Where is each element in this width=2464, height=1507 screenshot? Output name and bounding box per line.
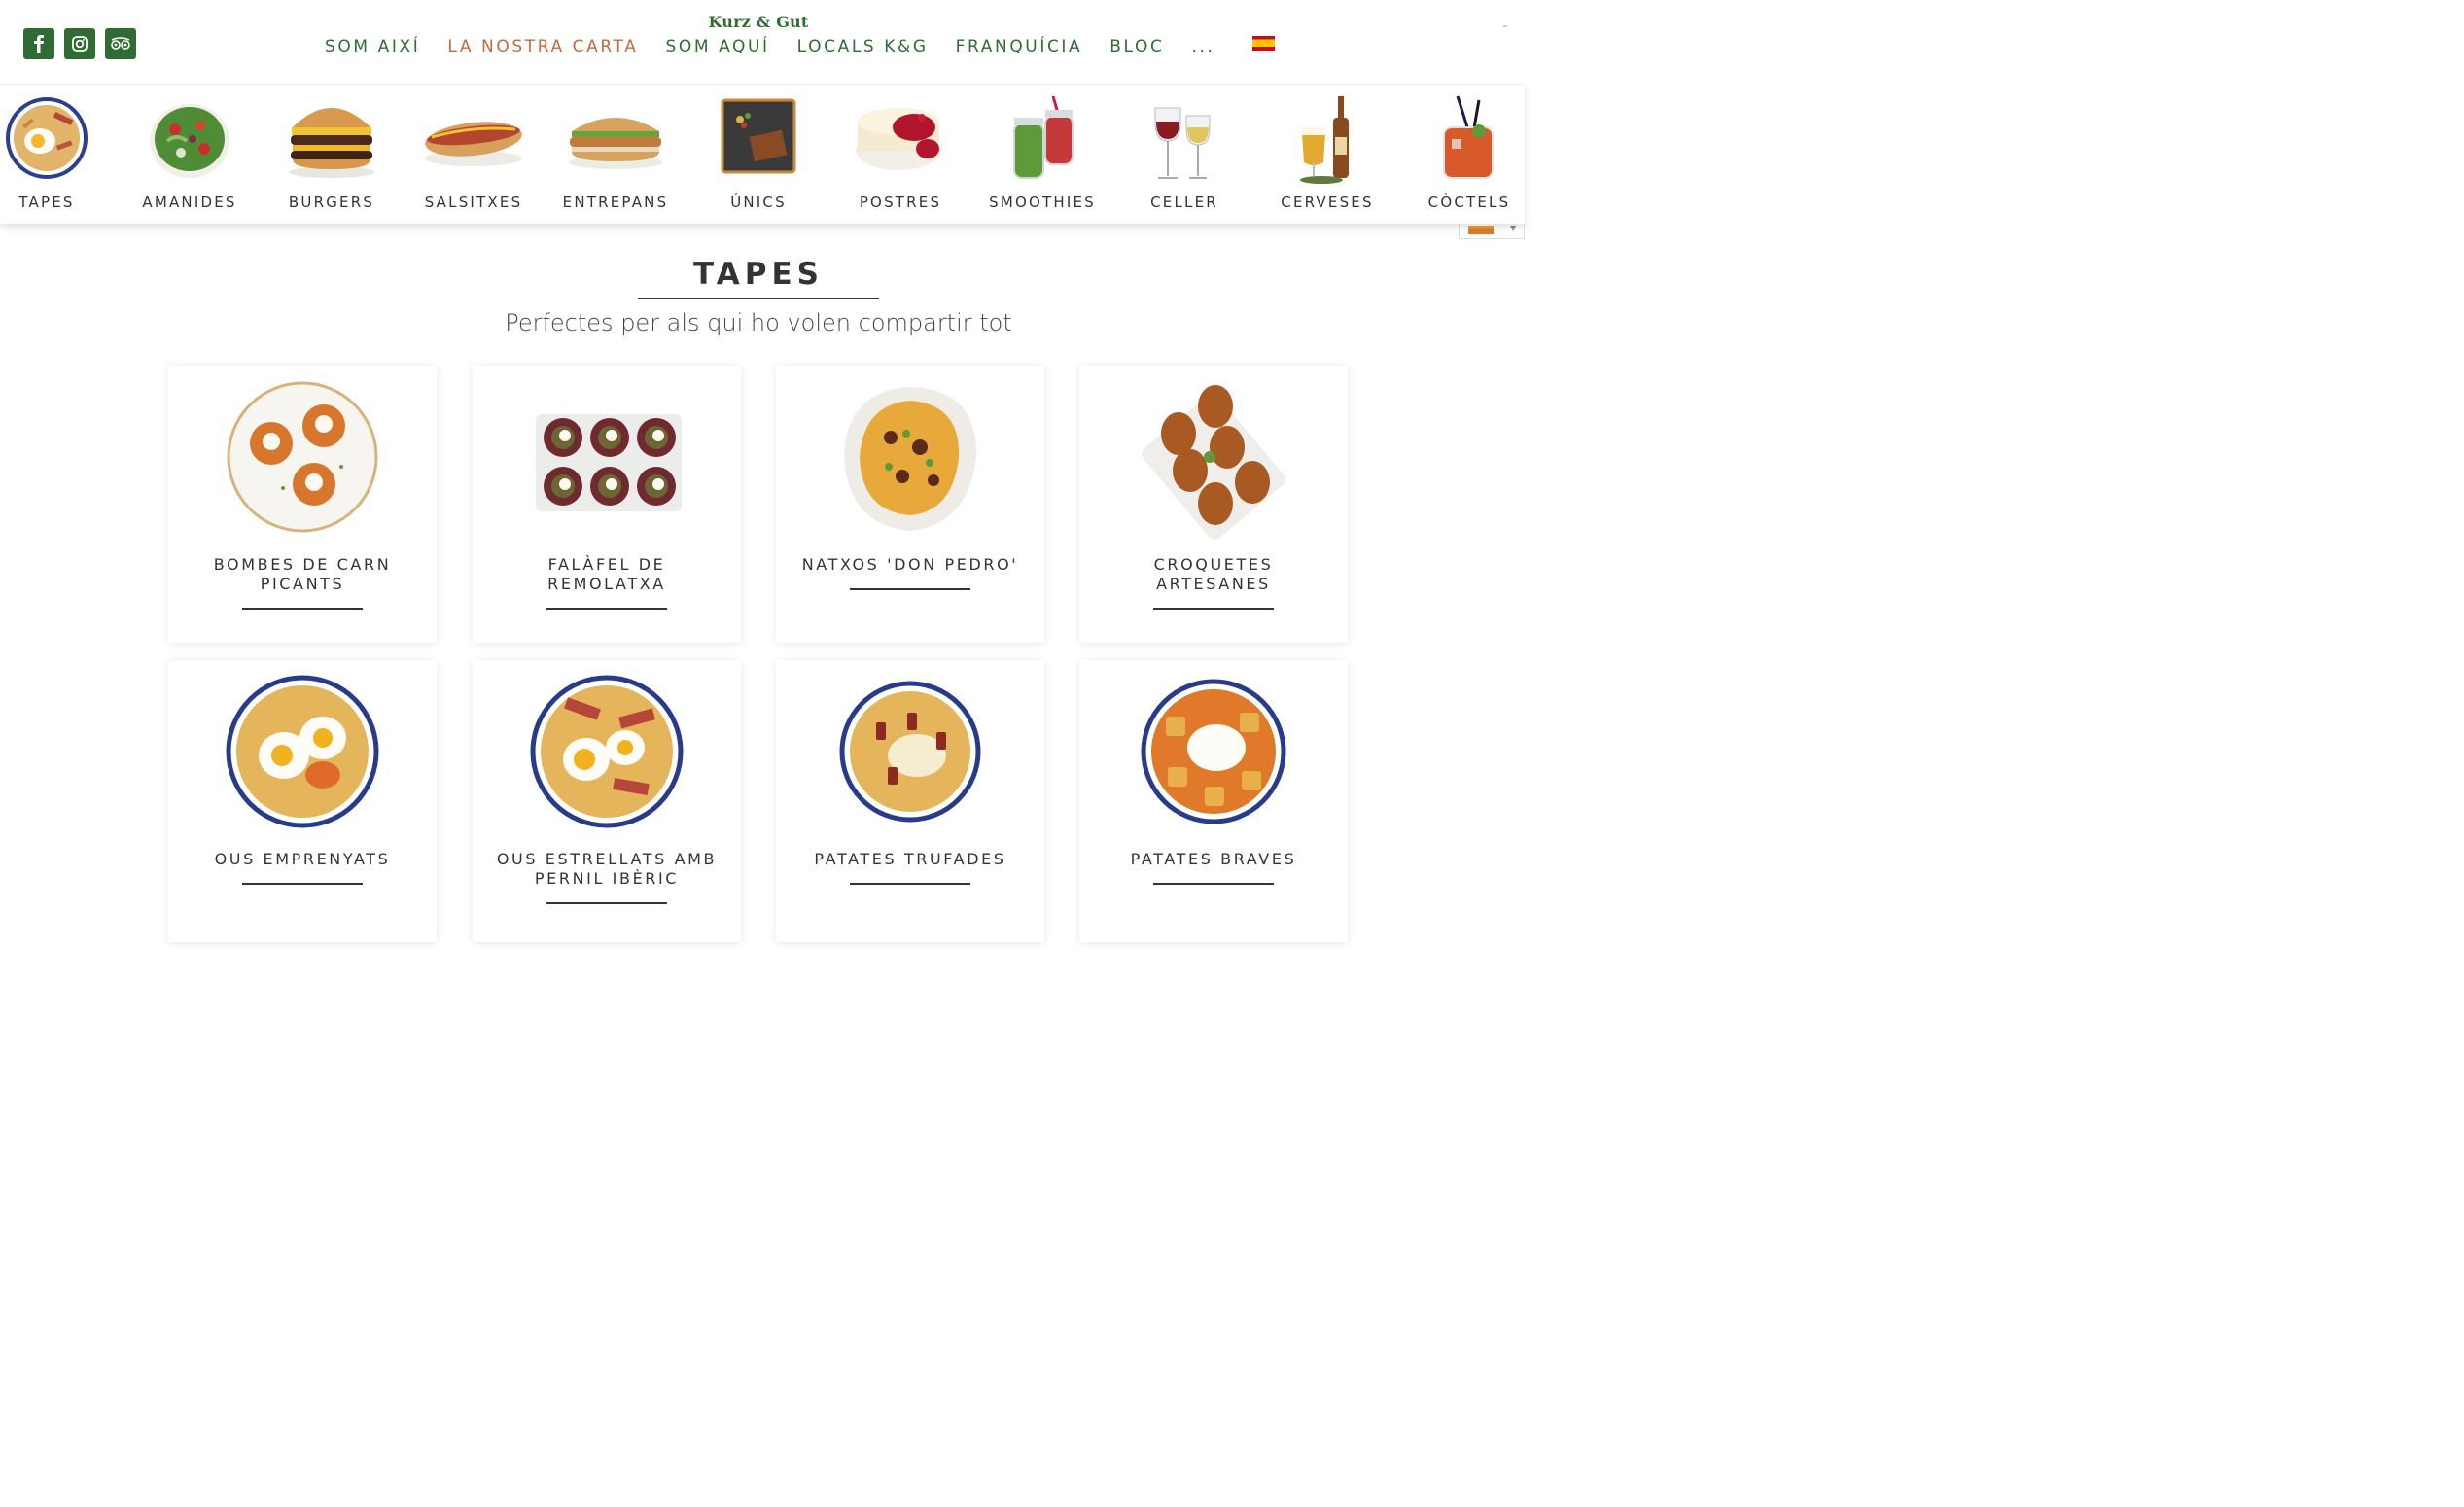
section-subtitle: Perfectes per als qui ho volen compartir…: [505, 309, 1012, 336]
product-card[interactable]: BOMBES DE CARN PICANTS: [168, 366, 437, 643]
salad-bowl-image: [150, 104, 229, 178]
category-amanides[interactable]: AMANIDES: [119, 85, 261, 225]
beer-image: [1300, 96, 1349, 184]
category-label: SALSITXES: [424, 193, 523, 211]
product-card[interactable]: PATATES BRAVES: [1079, 660, 1348, 942]
category-label: AMANIDES: [142, 193, 237, 211]
burger-image: [289, 108, 374, 178]
croquettes-image: [1142, 385, 1285, 540]
product-card[interactable]: NATXOS 'DON PEDRO': [776, 366, 1044, 643]
cheesecake-image: [856, 108, 941, 170]
product-underline: [850, 883, 970, 885]
product-card[interactable]: FALÀFEL DE REMOLATXA: [473, 366, 741, 643]
tapas-dish-image: [6, 97, 88, 179]
eggs-ham-fries-image: [530, 675, 684, 828]
main-nav: SOM AIXÍ LA NOSTRA CARTA SOM AQUÍ LOCALS…: [325, 37, 1214, 56]
nav-franquicia[interactable]: FRANQUÍCIA: [956, 37, 1083, 56]
nav-more[interactable]: ...: [1191, 37, 1214, 56]
product-underline: [242, 608, 363, 610]
title-underline: [638, 298, 879, 299]
product-name: NATXOS 'DON PEDRO': [801, 555, 1019, 574]
site-header: Kurz & Gut SOM AIXÍ LA NOSTRA CARTA SOM …: [0, 0, 1525, 84]
cocktail-image: [1443, 95, 1494, 179]
nav-la-nostra-carta[interactable]: LA NOSTRA CARTA: [447, 37, 638, 56]
instagram-icon[interactable]: [64, 28, 95, 59]
product-name: PATATES BRAVES: [1130, 850, 1297, 868]
product-underline: [546, 902, 667, 904]
product-underline: [546, 608, 667, 610]
beet-falafel-image: [536, 414, 682, 511]
category-label: BURGERS: [288, 193, 375, 211]
category-burgers[interactable]: BURGERS: [261, 85, 403, 225]
category-label: CELLER: [1150, 193, 1218, 211]
category-label: ENTREPANS: [562, 193, 669, 211]
spain-flag-icon[interactable]: [1252, 36, 1275, 51]
category-bar: TAPES AMANIDES BURGERS SALSITXES ENTREPA…: [0, 84, 1525, 224]
flag-icon: [1468, 226, 1494, 234]
brand-logo[interactable]: Kurz & Gut: [0, 13, 1517, 31]
fried-eggs-fries-image: [226, 675, 379, 828]
decorative-mark: [1503, 25, 1507, 27]
section-title: TAPES: [693, 257, 824, 292]
category-label: CÒCTELS: [1427, 193, 1511, 211]
product-underline: [1153, 883, 1274, 885]
product-name: OUS EMPRENYATS: [214, 850, 391, 868]
category-salsitxes[interactable]: SALSITXES: [403, 85, 545, 225]
product-name: BOMBES DE CARN PICANTS: [213, 555, 392, 593]
product-card[interactable]: PATATES TRUFADES: [776, 660, 1044, 942]
category-unics[interactable]: ÚNICS: [687, 85, 829, 225]
slate-plate-image: [721, 98, 796, 174]
category-cerveses[interactable]: CERVESES: [1256, 85, 1398, 225]
category-postres[interactable]: POSTRES: [829, 85, 971, 225]
product-card[interactable]: OUS ESTRELLATS AMB PERNIL IBÈRIC: [473, 660, 741, 942]
nav-locals[interactable]: LOCALS K&G: [797, 37, 929, 56]
product-underline: [1153, 608, 1274, 610]
tripadvisor-icon[interactable]: [105, 28, 136, 59]
nav-bloc[interactable]: BLOC: [1109, 37, 1164, 56]
chevron-down-icon: ▼: [1510, 224, 1517, 232]
product-underline: [850, 588, 970, 590]
product-name: FALÀFEL DE REMOLATXA: [547, 555, 666, 593]
category-label: TAPES: [18, 193, 75, 211]
category-celler[interactable]: CELLER: [1113, 85, 1255, 225]
product-underline: [242, 883, 363, 885]
category-label: CERVESES: [1281, 193, 1374, 211]
product-card[interactable]: OUS EMPRENYATS: [168, 660, 437, 942]
product-name: OUS ESTRELLATS AMB PERNIL IBÈRIC: [496, 850, 718, 888]
nachos-image: [844, 387, 977, 531]
language-dropdown[interactable]: ▼: [1459, 224, 1525, 239]
social-links: [23, 28, 136, 59]
category-smoothies[interactable]: SMOOTHIES: [971, 85, 1113, 225]
wine-glasses-image: [1154, 107, 1211, 179]
category-label: POSTRES: [859, 193, 942, 211]
product-name: CROQUETES ARTESANES: [1153, 555, 1274, 593]
hotdog-image: [425, 122, 522, 166]
truffle-potatoes-image: [839, 681, 981, 823]
category-label: SMOOTHIES: [989, 193, 1096, 211]
meat-bombs-image: [227, 381, 378, 533]
nav-som-aixi[interactable]: SOM AIXÍ: [325, 37, 420, 56]
product-card[interactable]: CROQUETES ARTESANES: [1079, 366, 1348, 643]
category-entrepans[interactable]: ENTREPANS: [545, 85, 686, 225]
sandwich-image: [569, 118, 662, 169]
product-name: PATATES TRUFADES: [814, 850, 1006, 868]
category-coctels[interactable]: CÒCTELS: [1398, 85, 1540, 225]
nav-som-aqui[interactable]: SOM AQUÍ: [665, 37, 769, 56]
facebook-icon[interactable]: [23, 28, 54, 59]
category-tapes[interactable]: TAPES: [0, 85, 118, 225]
smoothie-jars-image: [1013, 95, 1074, 179]
category-label: ÚNICS: [730, 193, 787, 211]
patatas-bravas-image: [1141, 679, 1286, 824]
